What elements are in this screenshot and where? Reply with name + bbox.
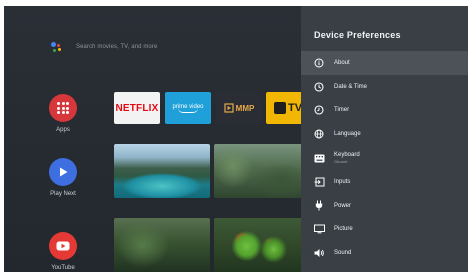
netflix-app-tile[interactable]: NETFLIX — [114, 92, 160, 124]
rail-label-youtube: YouTube — [51, 265, 75, 271]
menu-sublabel-keyboard: Gboard — [334, 159, 348, 165]
menu-label-timer: Timer — [334, 107, 350, 114]
tv-app-tile[interactable]: TV — [266, 92, 306, 124]
play-icon — [49, 158, 77, 186]
prime-video-app-tile[interactable]: prime video — [165, 92, 211, 124]
menu-item-about[interactable]: About — [301, 51, 468, 75]
clock-icon — [313, 81, 325, 93]
menu-item-language[interactable]: Language — [301, 122, 468, 146]
tv-screen: Search movies, TV, and more Apps Play Ne… — [4, 6, 468, 272]
menu-item-timer[interactable]: Timer — [301, 99, 468, 123]
menu-item-picture[interactable]: Picture — [301, 218, 468, 242]
google-assistant-icon[interactable] — [50, 40, 64, 54]
rail-item-play-next[interactable]: Play Next — [39, 158, 87, 197]
menu-item-sound[interactable]: Sound — [301, 241, 468, 265]
content-thumbnail-forest[interactable] — [214, 144, 310, 198]
menu-label-sound: Sound — [334, 250, 352, 257]
settings-menu: About Date & Time Timer Language Keyboar… — [301, 51, 468, 265]
menu-label-picture: Picture — [334, 226, 353, 233]
speaker-icon — [313, 247, 325, 259]
mmp-app-tile[interactable]: MMP — [216, 92, 262, 124]
search-bar[interactable]: Search movies, TV, and more — [50, 40, 157, 54]
search-placeholder: Search movies, TV, and more — [76, 44, 158, 50]
menu-item-keyboard[interactable]: Keyboard Gboard — [301, 146, 468, 170]
mmp-logo-icon — [224, 103, 234, 113]
amazon-smile-icon — [178, 108, 198, 113]
rail-label-play-next: Play Next — [50, 191, 76, 197]
menu-label-inputs: Inputs — [334, 178, 351, 185]
timer-icon — [313, 104, 325, 116]
content-thumbnail-lake[interactable] — [114, 144, 210, 198]
menu-item-power[interactable]: Power — [301, 194, 468, 218]
mmp-logo-text: MMP — [235, 103, 255, 113]
netflix-logo: NETFLIX — [115, 102, 159, 114]
apps-grid-icon — [49, 94, 77, 122]
content-thumbnail-parrots[interactable] — [214, 218, 310, 272]
menu-label-keyboard: Keyboard — [334, 152, 360, 159]
panel-title: Device Preferences — [314, 30, 401, 40]
input-icon — [313, 176, 325, 188]
menu-label-language: Language — [334, 131, 361, 138]
rail-item-apps[interactable]: Apps — [39, 94, 87, 133]
power-plug-icon — [313, 200, 325, 212]
info-icon — [313, 57, 325, 69]
rail-item-youtube[interactable]: YouTube — [39, 232, 87, 271]
menu-item-date-time[interactable]: Date & Time — [301, 75, 468, 99]
keyboard-icon — [313, 152, 325, 164]
device-preferences-panel: Device Preferences About Date & Time Tim… — [301, 6, 468, 272]
rail-label-apps: Apps — [56, 127, 70, 133]
tv-logo-text: TV — [288, 102, 303, 114]
monitor-icon — [313, 223, 325, 235]
tv-logo-icon — [274, 102, 286, 114]
globe-icon — [313, 128, 325, 140]
menu-item-inputs[interactable]: Inputs — [301, 170, 468, 194]
menu-label-date-time: Date & Time — [334, 83, 368, 90]
menu-label-about: About — [334, 59, 350, 66]
menu-label-power: Power — [334, 202, 352, 209]
content-thumbnail-jungle[interactable] — [114, 218, 210, 272]
youtube-icon — [49, 232, 77, 260]
